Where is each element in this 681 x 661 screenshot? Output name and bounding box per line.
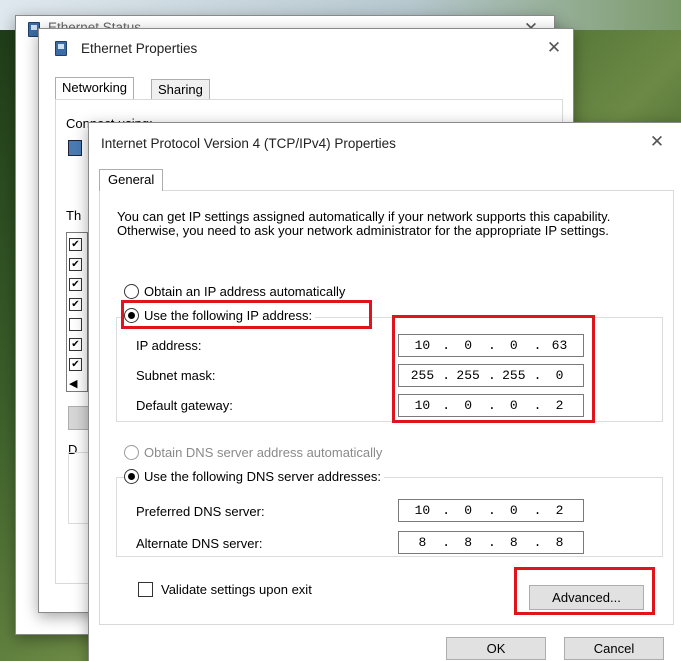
octet: 255 <box>456 368 480 383</box>
radio-label: Obtain an IP address automatically <box>144 284 346 299</box>
use-following-ip-radio[interactable]: Use the following IP address: <box>124 308 316 323</box>
close-icon[interactable]: ✕ <box>642 129 672 155</box>
octet: 8 <box>418 535 427 550</box>
radio-label: Obtain DNS server address automatically <box>144 445 383 460</box>
alternate-dns-field[interactable]: 8. 8. 8. 8 <box>398 531 584 554</box>
radio-button[interactable] <box>124 445 139 460</box>
octet: 63 <box>551 338 568 353</box>
ipv4-properties-dialog: Internet Protocol Version 4 (TCP/IPv4) P… <box>88 122 681 661</box>
scroll-left-icon[interactable]: ◀ <box>69 377 77 390</box>
alternate-dns-label: Alternate DNS server: <box>136 536 263 551</box>
preferred-dns-label: Preferred DNS server: <box>136 504 265 519</box>
octet: 0 <box>464 503 473 518</box>
octet: 0 <box>464 338 473 353</box>
item-checkbox[interactable]: ✔ <box>69 298 82 311</box>
octet: 0 <box>464 398 473 413</box>
octet: 10 <box>414 338 431 353</box>
octet: 10 <box>414 398 431 413</box>
default-gateway-field[interactable]: 10. 0. 0. 2 <box>398 394 584 417</box>
item-checkbox[interactable]: ✔ <box>69 358 82 371</box>
ip-address-label: IP address: <box>136 338 202 353</box>
obtain-dns-auto-radio[interactable]: Obtain DNS server address automatically <box>124 445 382 460</box>
octet: 0 <box>555 368 564 383</box>
ok-button[interactable]: OK <box>446 637 546 660</box>
validate-settings-checkbox[interactable] <box>138 582 153 597</box>
window-title: Ethernet Properties <box>81 41 198 56</box>
radio-button[interactable] <box>124 469 139 484</box>
item-checkbox[interactable]: ✔ <box>69 258 82 271</box>
radio-label: Use the following IP address: <box>144 308 313 323</box>
item-checkbox[interactable]: ✔ <box>69 238 82 251</box>
radio-label: Use the following DNS server addresses: <box>144 469 381 484</box>
validate-settings-label: Validate settings upon exit <box>161 582 312 597</box>
advanced-button[interactable]: Advanced... <box>529 585 644 610</box>
octet: 255 <box>410 368 435 383</box>
tab-sharing[interactable]: Sharing <box>151 79 210 101</box>
use-following-dns-radio[interactable]: Use the following DNS server addresses: <box>124 469 384 484</box>
octet: 8 <box>555 535 564 550</box>
info-text: You can get IP settings assigned automat… <box>117 209 611 238</box>
octet: 0 <box>509 503 518 518</box>
default-gateway-label: Default gateway: <box>136 398 233 413</box>
item-checkbox[interactable]: ✔ <box>69 278 82 291</box>
octet: 8 <box>509 535 518 550</box>
general-panel: You can get IP settings assigned automat… <box>99 190 674 625</box>
tab-networking[interactable]: Networking <box>55 77 135 99</box>
network-adapter-icon <box>55 41 67 56</box>
subnet-mask-label: Subnet mask: <box>136 368 216 383</box>
radio-button[interactable] <box>124 308 139 323</box>
item-checkbox[interactable]: ✔ <box>69 338 82 351</box>
item-checkbox[interactable] <box>69 318 82 331</box>
close-icon[interactable]: ✕ <box>539 35 569 61</box>
cancel-button[interactable]: Cancel <box>564 637 664 660</box>
preferred-dns-field[interactable]: 10. 0. 0. 2 <box>398 499 584 522</box>
octet: 10 <box>414 503 431 518</box>
tab-general[interactable]: General <box>99 169 164 191</box>
subnet-mask-field[interactable]: 255. 255. 255. 0 <box>398 364 584 387</box>
obtain-ip-auto-radio[interactable]: Obtain an IP address automatically <box>124 284 345 299</box>
octet: 2 <box>555 398 564 413</box>
adapter-icon <box>68 140 82 156</box>
octet: 2 <box>555 503 564 518</box>
ip-address-field[interactable]: 10. 0. 0. 63 <box>398 334 584 357</box>
octet: 0 <box>509 398 518 413</box>
octet: 255 <box>502 368 526 383</box>
radio-button[interactable] <box>124 284 139 299</box>
this-connection-label: Th <box>66 208 82 223</box>
dialog-title: Internet Protocol Version 4 (TCP/IPv4) P… <box>101 136 396 151</box>
octet: 8 <box>464 535 473 550</box>
octet: 0 <box>509 338 518 353</box>
